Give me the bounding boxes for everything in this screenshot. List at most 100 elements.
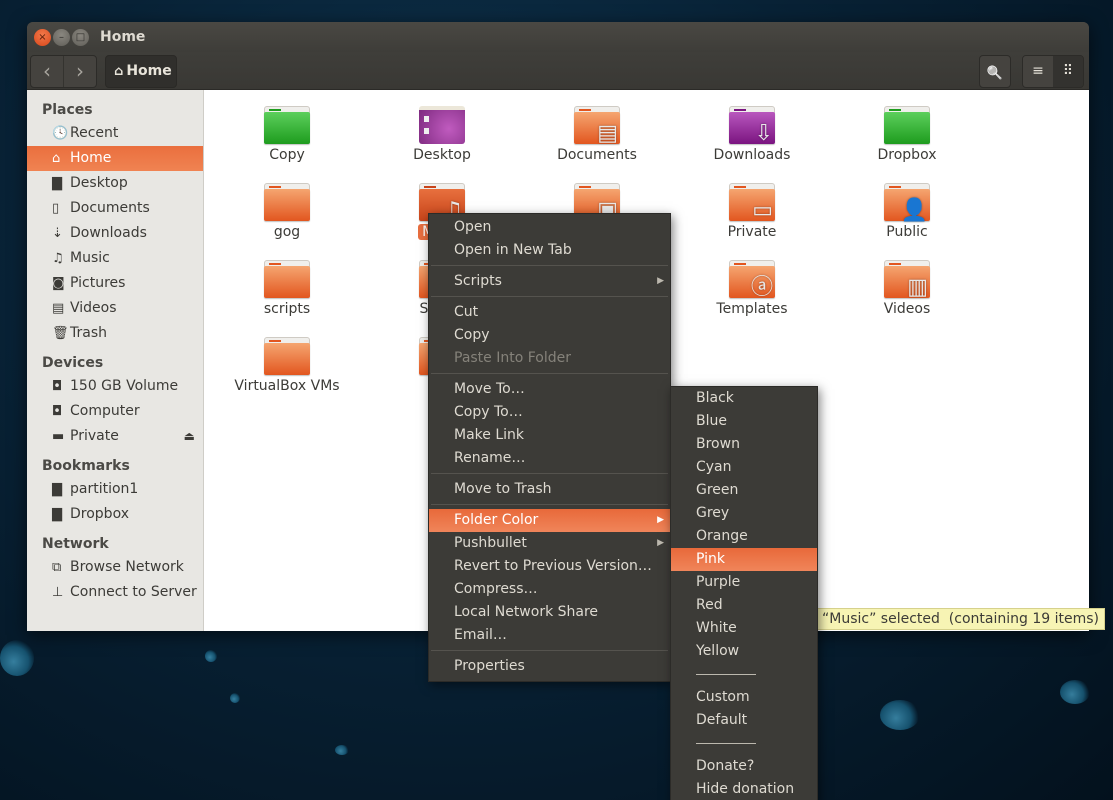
file-item[interactable]: scripts [212, 260, 362, 317]
sidebar-item-documents[interactable]: ▯ Documents [27, 196, 203, 221]
color-option-default[interactable]: Default [671, 709, 817, 732]
pictures-icon: ◙ [52, 276, 65, 291]
menu-item-make-link[interactable]: Make Link [429, 424, 670, 447]
wallpaper-drop [1060, 680, 1090, 704]
menu-item-revert-to-previous-version[interactable]: Revert to Previous Version… [429, 555, 670, 578]
donation-option-donate[interactable]: Donate? [671, 755, 817, 778]
sidebar-item-videos[interactable]: ▤ Videos [27, 296, 203, 321]
eject-icon[interactable]: ⏏ [184, 424, 195, 449]
view-toggle: ≡ ⠿ [1022, 55, 1084, 88]
window-minimize-button[interactable]: – [53, 29, 70, 46]
file-item[interactable]: ⇩ Downloads [677, 106, 827, 163]
search-button[interactable]: 🔍 [979, 55, 1011, 88]
menu-item-label: Pushbullet [454, 535, 527, 551]
sidebar-item-dropbox[interactable]: ▇ Dropbox [27, 502, 203, 527]
menu-item-open[interactable]: Open [429, 216, 670, 239]
file-item[interactable]: gog [212, 183, 362, 240]
forward-button[interactable]: › [63, 56, 96, 87]
menu-item-properties[interactable]: Properties [429, 655, 670, 678]
color-option-brown[interactable]: Brown [671, 433, 817, 456]
menu-item-local-network-share[interactable]: Local Network Share [429, 601, 670, 624]
file-label: Downloads [677, 147, 827, 163]
submenu-arrow-icon: ▶ [657, 538, 664, 548]
color-option-purple[interactable]: Purple [671, 571, 817, 594]
color-option-orange[interactable]: Orange [671, 525, 817, 548]
folder-icon [264, 260, 310, 298]
file-item[interactable]: VirtualBox VMs [212, 337, 362, 394]
file-name: Templates [716, 301, 788, 317]
sidebar-item-trash[interactable]: 🗑Trash [27, 321, 203, 346]
menu-separator [431, 473, 668, 474]
sidebar-item-private[interactable]: ▬ Private ⏏ [27, 424, 203, 449]
color-option-yellow[interactable]: Yellow [671, 640, 817, 663]
menu-item-copy-to[interactable]: Copy To… [429, 401, 670, 424]
file-item[interactable]: 👤 Public [832, 183, 982, 240]
color-option-grey[interactable]: Grey [671, 502, 817, 525]
file-item[interactable]: ⓐ Templates [677, 260, 827, 317]
window-close-button[interactable]: × [34, 29, 51, 46]
menu-item-compress[interactable]: Compress… [429, 578, 670, 601]
folder-icon [264, 183, 310, 221]
sidebar-item-label: Recent [70, 125, 119, 141]
sidebar-item-pictures[interactable]: ◙ Pictures [27, 271, 203, 296]
folder-icon [264, 106, 310, 144]
menu-separator [431, 296, 668, 297]
path-bar-home-button[interactable]: ⌂ Home [105, 55, 177, 88]
sidebar-item-recent[interactable]: 🕓 Recent [27, 121, 203, 146]
sidebar-item-downloads[interactable]: ⇣ Downloads [27, 221, 203, 246]
file-item[interactable]: ▥ Videos [832, 260, 982, 317]
sidebar-item-music[interactable]: ♫ Music [27, 246, 203, 271]
menu-item-move-to[interactable]: Move To… [429, 378, 670, 401]
sidebar-item-label: partition1 [70, 481, 139, 497]
folder-icon: ▭ [729, 183, 775, 222]
menu-item-pushbullet[interactable]: Pushbullet ▶ [429, 532, 670, 555]
color-option-label: Default [696, 712, 748, 728]
sidebar-item-desktop[interactable]: ▇ Desktop [27, 171, 203, 196]
sidebar-item-connect-to-server[interactable]: ⊥ Connect to Server [27, 580, 203, 605]
file-item[interactable]: ▤ Documents [522, 106, 672, 163]
grid-view-button[interactable]: ⠿ [1053, 56, 1083, 87]
menu-item-label: Email… [454, 627, 507, 643]
list-view-button[interactable]: ≡ [1023, 56, 1053, 87]
chevron-left-icon: ‹ [43, 59, 51, 83]
file-label: Videos [832, 301, 982, 317]
menu-item-move-to-trash[interactable]: Move to Trash [429, 478, 670, 501]
menu-item-email[interactable]: Email… [429, 624, 670, 647]
folder-emblem-icon: ▤ [597, 121, 618, 146]
sidebar-item-computer[interactable]: ◘ Computer [27, 399, 203, 424]
sidebar-item-partition1[interactable]: ▇ partition1 [27, 477, 203, 502]
color-option-pink[interactable]: Pink [671, 548, 817, 571]
file-item[interactable]: ▭ Private [677, 183, 827, 240]
menu-item-open-in-new-tab[interactable]: Open in New Tab [429, 239, 670, 262]
computer-icon: ◘ [52, 404, 63, 419]
menu-item-rename[interactable]: Rename… [429, 447, 670, 470]
sidebar-item-label: Computer [70, 403, 140, 419]
connect-to-server-icon: ⊥ [52, 585, 64, 600]
color-option-black[interactable]: Black [671, 387, 817, 410]
window-maximize-button[interactable]: □ [72, 29, 89, 46]
back-button[interactable]: ‹ [31, 56, 63, 87]
color-option-red[interactable]: Red [671, 594, 817, 617]
file-label: Documents [522, 147, 672, 163]
color-option-custom[interactable]: Custom [671, 686, 817, 709]
donation-option-hide-donation[interactable]: Hide donation [671, 778, 817, 800]
file-label: Templates [677, 301, 827, 317]
sidebar-item-150-gb-volume[interactable]: ◘ 150 GB Volume [27, 374, 203, 399]
sidebar-item-home[interactable]: ⌂ Home [27, 146, 203, 171]
menu-item-cut[interactable]: Cut [429, 301, 670, 324]
folder-icon: ▥ [884, 260, 930, 299]
menu-item-scripts[interactable]: Scripts ▶ [429, 270, 670, 293]
color-option-blue[interactable]: Blue [671, 410, 817, 433]
menu-item-folder-color[interactable]: Folder Color ▶ [429, 509, 670, 532]
color-option-cyan[interactable]: Cyan [671, 456, 817, 479]
color-option-white[interactable]: White [671, 617, 817, 640]
sidebar-section-header: Network [42, 536, 109, 552]
private-icon: ▬ [52, 429, 65, 444]
sidebar-item-browse-network[interactable]: ⧉ Browse Network [27, 555, 203, 580]
color-option-green[interactable]: Green [671, 479, 817, 502]
file-item[interactable]: Desktop [367, 106, 517, 163]
desktop-icon: ▇ [52, 176, 62, 191]
menu-item-copy[interactable]: Copy [429, 324, 670, 347]
file-item[interactable]: Copy [212, 106, 362, 163]
file-item[interactable]: Dropbox [832, 106, 982, 163]
